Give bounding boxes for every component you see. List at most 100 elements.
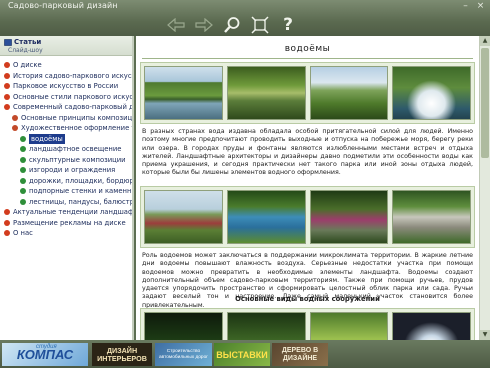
sidebar-item-label: изгороди и ограждения xyxy=(29,166,116,174)
article-title: водоёмы xyxy=(284,44,331,54)
window-title: Садово-парковый дизайн xyxy=(8,1,118,10)
sidebar-item-label: Парковое искусство в России xyxy=(13,82,119,90)
ad-road-construction[interactable]: Строительство автомобильных дорог xyxy=(155,343,212,366)
sidebar-item-label: лестницы, пандусы, балюстра xyxy=(29,197,134,206)
ad-exhibitions[interactable]: ВЫСТАВКИ xyxy=(214,343,270,366)
sidebar-item-label: подпорные стенки и каменные xyxy=(29,187,134,195)
bullet-icon xyxy=(4,72,10,79)
help-icon[interactable]: ? xyxy=(278,15,298,35)
vertical-scrollbar[interactable]: ▲ ▼ xyxy=(479,36,490,340)
photo-row-3 xyxy=(140,308,475,340)
sidebar-item-label: ландшафтное освещение xyxy=(29,145,122,153)
photo-garden-pond[interactable] xyxy=(144,66,223,120)
leaf-icon xyxy=(20,188,26,194)
scroll-down-arrow-icon[interactable]: ▼ xyxy=(480,330,490,340)
ad-compass-studio[interactable]: студия КОМПАС xyxy=(2,343,88,366)
photo-fountain-jets[interactable] xyxy=(392,66,471,120)
sidebar-item[interactable]: подпорные стенки и каменные xyxy=(0,186,132,197)
scroll-thumb[interactable] xyxy=(481,48,489,158)
leaf-icon xyxy=(12,125,18,131)
ad-interior-label: ДИЗАЙН ИНТЕРЬЕРОВ xyxy=(97,345,147,363)
sidebar-item[interactable]: Художественное оформление те xyxy=(0,123,132,134)
sidebar-item[interactable]: лестницы, пандусы, балюстра xyxy=(0,197,132,208)
sidebar-item[interactable]: Актуальные тенденции ландшафтн xyxy=(0,207,132,218)
tab-articles-label: Статьи xyxy=(14,38,42,46)
sidebar-item-label: О нас xyxy=(13,229,33,237)
sidebar-item[interactable]: Парковое искусство в России xyxy=(0,81,132,92)
sidebar-item[interactable]: водоёмы xyxy=(0,133,132,144)
scroll-up-arrow-icon[interactable]: ▲ xyxy=(480,36,490,46)
ad-banner-bar: студия КОМПАС ДИЗАЙН ИНТЕРЬЕРОВ Строител… xyxy=(0,340,490,368)
photo-garden-path[interactable] xyxy=(226,312,306,340)
sidebar-item-label: скульптурные композиции xyxy=(29,155,126,164)
close-button[interactable]: × xyxy=(475,1,486,11)
sidebar-item[interactable]: изгороди и ограждения xyxy=(0,165,132,176)
sidebar-item[interactable]: скульптурные композиции xyxy=(0,155,132,166)
main-content: водоёмы В разных странах вода издавна об… xyxy=(136,36,490,340)
leaf-icon xyxy=(20,146,26,152)
sidebar-item[interactable]: История садово-паркового искусст xyxy=(0,71,132,82)
toolbar: ? xyxy=(166,14,298,36)
sidebar-item[interactable]: дорожки, площадки, бордюры xyxy=(0,176,132,187)
tab-slideshow[interactable]: Слайд-шоу xyxy=(8,47,43,54)
leaf-icon xyxy=(20,177,26,184)
sidebar-item-label: Основные принципы композици xyxy=(21,113,134,122)
sidebar-item[interactable]: О диске xyxy=(0,60,132,71)
photo-night-fountain-1[interactable] xyxy=(144,312,223,340)
sidebar-item-label: О диске xyxy=(13,61,42,69)
photo-rock-stream[interactable] xyxy=(309,190,389,244)
ad-exhibitions-label: ВЫСТАВКИ xyxy=(216,349,268,360)
photo-fountain-lawn[interactable] xyxy=(309,66,389,120)
photo-fountain-park[interactable] xyxy=(144,190,223,244)
bullet-icon xyxy=(4,104,10,110)
leaf-icon xyxy=(20,156,26,163)
application-window: Садово-парковый дизайн – × ? Статьи Слай… xyxy=(0,0,490,368)
photo-pool-flowers[interactable] xyxy=(226,190,306,244)
fullscreen-icon[interactable] xyxy=(250,15,270,35)
sidebar-item[interactable]: Основные принципы композици xyxy=(0,113,132,124)
sidebar-item-label: водоёмы xyxy=(29,133,65,144)
ad-wood-label: ДЕРЕВО В ДИЗАЙНЕ xyxy=(281,346,319,362)
back-arrow-icon[interactable] xyxy=(166,15,186,35)
bullet-icon xyxy=(4,83,10,89)
help-symbol: ? xyxy=(283,15,293,35)
forward-arrow-icon[interactable] xyxy=(194,15,214,35)
book-icon xyxy=(4,38,12,46)
ad-wood-design[interactable]: ДЕРЕВО В ДИЗАЙНЕ xyxy=(272,343,328,366)
sidebar-item-label: Художественное оформление те xyxy=(21,124,134,132)
leaf-icon xyxy=(20,167,26,173)
sidebar-item[interactable]: ландшафтное освещение xyxy=(0,144,132,155)
photo-row-2 xyxy=(140,186,475,248)
leaf-icon xyxy=(20,198,26,205)
bullet-icon xyxy=(4,230,10,236)
photo-green-fountain[interactable] xyxy=(309,312,389,340)
minimize-button[interactable]: – xyxy=(460,1,471,11)
article-paragraph-1: В разных странах вода издавна обладала о… xyxy=(142,128,473,177)
photo-waterfall-rocks[interactable] xyxy=(392,190,471,244)
sidebar-item-label: Размещение рекламы на диске xyxy=(13,218,126,227)
photo-stream-bridge[interactable] xyxy=(226,66,306,120)
top-bar: Садово-парковый дизайн – × ? xyxy=(0,0,490,36)
sidebar-item-label: Современный садово-парковый дизайн xyxy=(13,103,134,111)
sidebar-item-label: История садово-паркового искусст xyxy=(13,71,134,80)
bullet-icon xyxy=(4,219,10,226)
leaf-icon xyxy=(20,135,26,142)
article-tree: О диске История садово-паркового искусст П… xyxy=(0,56,132,239)
sidebar-item-label: дорожки, площадки, бордюры xyxy=(29,176,134,185)
photo-night-fountain-2[interactable] xyxy=(392,312,471,340)
sidebar: Статьи Слайд-шоу О диске История садово-п… xyxy=(0,36,134,340)
leaf-icon xyxy=(12,114,18,121)
sidebar-item[interactable]: Размещение рекламы на диске xyxy=(0,218,132,229)
photo-row-1 xyxy=(140,62,475,124)
magnifier-icon[interactable] xyxy=(222,15,242,35)
bullet-icon xyxy=(4,62,10,68)
sidebar-item-label: Актуальные тенденции ландшафтн xyxy=(13,208,134,216)
ad-interior-design[interactable]: ДИЗАЙН ИНТЕРЬЕРОВ xyxy=(92,343,152,366)
sidebar-item-label: Основные стили паркового искусств xyxy=(13,92,134,101)
sidebar-item[interactable]: Современный садово-парковый дизайн xyxy=(0,102,132,113)
title-divider xyxy=(142,58,473,59)
tab-articles[interactable]: Статьи xyxy=(4,38,41,46)
sidebar-item[interactable]: Основные стили паркового искусств xyxy=(0,92,132,103)
ad-compass-small: студия xyxy=(36,344,57,350)
sidebar-item[interactable]: О нас xyxy=(0,228,132,239)
